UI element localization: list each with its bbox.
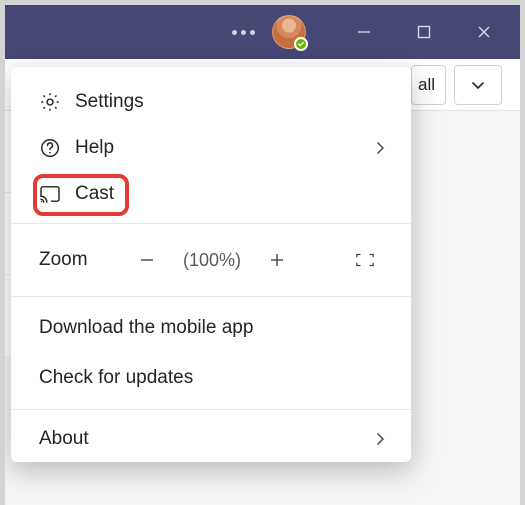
plus-icon bbox=[269, 252, 285, 268]
chevron-down-icon bbox=[470, 77, 486, 93]
menu-divider bbox=[11, 296, 411, 297]
zoom-out-button[interactable] bbox=[123, 242, 171, 278]
menu-item-settings[interactable]: Settings bbox=[11, 79, 411, 125]
more-button[interactable] bbox=[222, 11, 264, 53]
help-icon bbox=[39, 137, 61, 159]
chevron-right-icon bbox=[371, 139, 389, 157]
menu-item-cast[interactable]: Cast bbox=[11, 171, 411, 217]
minus-icon bbox=[139, 252, 155, 268]
chevron-right-icon bbox=[371, 430, 389, 448]
call-label-fragment: all bbox=[418, 75, 435, 95]
titlebar bbox=[5, 5, 520, 59]
menu-item-zoom: Zoom (100%) bbox=[11, 230, 411, 290]
zoom-value: (100%) bbox=[179, 250, 245, 271]
gear-icon bbox=[39, 91, 61, 113]
minimize-button[interactable] bbox=[334, 5, 394, 59]
cast-label: Cast bbox=[75, 183, 389, 205]
close-button[interactable] bbox=[454, 5, 514, 59]
call-dropdown-button[interactable] bbox=[454, 65, 502, 105]
help-label: Help bbox=[75, 137, 357, 159]
download-app-label: Download the mobile app bbox=[39, 317, 253, 338]
menu-item-help[interactable]: Help bbox=[11, 125, 411, 171]
menu-divider bbox=[11, 409, 411, 410]
presence-badge-available bbox=[294, 37, 308, 51]
app-window: all v e Settings bbox=[5, 5, 520, 505]
menu-item-check-updates[interactable]: Check for updates bbox=[11, 353, 411, 403]
zoom-in-button[interactable] bbox=[253, 242, 301, 278]
profile-avatar[interactable] bbox=[272, 15, 306, 49]
settings-menu: Settings Help bbox=[11, 67, 411, 462]
fullscreen-icon bbox=[355, 252, 375, 268]
zoom-label: Zoom bbox=[39, 249, 115, 271]
cast-icon bbox=[39, 183, 61, 205]
menu-item-download-app[interactable]: Download the mobile app bbox=[11, 303, 411, 353]
call-button-fragment[interactable]: all bbox=[411, 65, 446, 105]
check-updates-label: Check for updates bbox=[39, 367, 193, 388]
menu-item-about[interactable]: About bbox=[11, 416, 411, 462]
menu-divider bbox=[11, 223, 411, 224]
about-label: About bbox=[39, 428, 357, 450]
maximize-button[interactable] bbox=[394, 5, 454, 59]
settings-label: Settings bbox=[75, 91, 389, 113]
fullscreen-button[interactable] bbox=[341, 242, 389, 278]
